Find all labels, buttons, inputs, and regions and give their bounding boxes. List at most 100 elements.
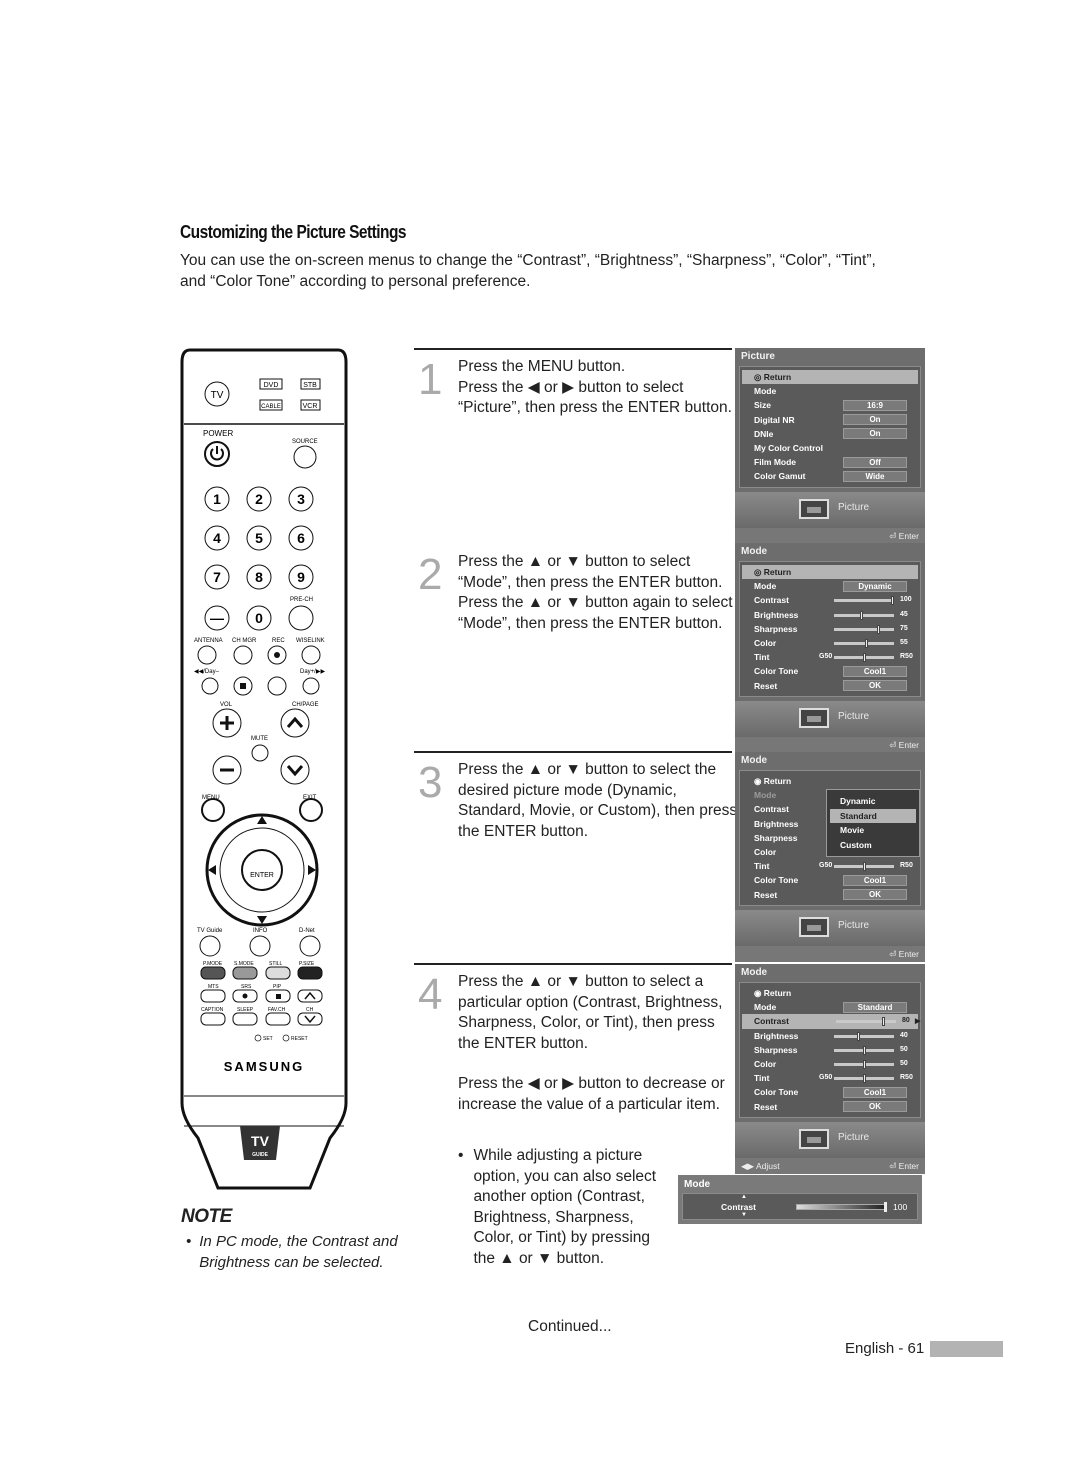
osd-row-color-tone[interactable]: Color Tone Cool1 [740,664,920,678]
contrast-slider[interactable] [796,1202,887,1212]
sleep-button [232,1012,258,1026]
p-mode-button [200,966,226,980]
osd-slider-row[interactable]: Brightness 45 [740,608,920,622]
osd-slider-row[interactable]: Tint G50 R50 [740,650,920,664]
tv-guide-button [199,935,221,957]
osd-row-value: Wide [843,470,907,482]
osd-row-mode[interactable]: Mode Dynamic [740,579,920,593]
picture-icon [799,916,829,937]
svg-text:P.SIZE: P.SIZE [299,961,315,967]
svg-text:D-Net: D-Net [299,928,315,934]
mode-option[interactable]: Custom [830,838,916,853]
osd-slider-row[interactable]: Contrast 80 ▶ [742,1014,921,1029]
slider-thumb [862,653,866,663]
step-number: 2 [418,550,443,599]
antenna-button [197,645,217,665]
svg-text:GUIDE: GUIDE [252,1152,269,1158]
svg-text:INFO: INFO [253,928,268,934]
right-arrow-icon: ▶ [915,1018,921,1026]
osd-slider-row[interactable]: Color 55 [740,636,920,650]
digit-label: 5 [255,530,263,546]
step-divider [414,751,732,753]
menu-button [201,798,225,822]
osd-return-row[interactable]: ◉ Return [740,774,920,788]
osd-slider-row[interactable]: Brightness 40 [740,1029,920,1043]
osd-row-value: 16:9 [843,399,907,411]
svg-text:S.MODE: S.MODE [234,961,254,967]
return-icon: ◎ [754,566,764,577]
pre-ch-label: PRE-CH [290,597,313,603]
page-title: Customizing the Picture Settings [180,222,407,242]
osd-row-value: Off [843,456,907,468]
rewind-button [201,677,219,695]
osd-row-value: On [843,428,907,440]
svg-text:CH/PAGE: CH/PAGE [292,702,319,708]
mode-option[interactable]: Dynamic [830,794,916,809]
slider-track [834,1059,894,1069]
mode-options-dropdown[interactable]: Dynamic Standard Movie Custom [826,789,920,857]
digit-label: 7 [213,569,221,585]
osd-title: Picture [741,351,775,362]
p-size-button [297,966,323,980]
return-icon: ◉ [754,775,764,786]
ch-down-button [280,755,310,785]
note-item: • In PC mode, the Contrast and Brightness… [186,1232,401,1273]
source-label: SOURCE [292,439,318,445]
osd-menu-row[interactable]: Size 16:9 [740,398,920,412]
d-net-button [299,935,321,957]
osd-menu-row[interactable]: Film Mode Off [740,455,920,469]
enter-button [241,849,283,891]
digit-label: 0 [255,610,263,626]
osd-menu-row[interactable]: My Color Control [740,441,920,455]
slider-track [836,1017,896,1027]
svg-text:Day+/▶▶: Day+/▶▶ [300,669,325,675]
svg-text:FAV.CH: FAV.CH [268,1007,286,1013]
osd-slider-row[interactable]: Contrast 100 [740,593,920,607]
slider-track [834,1031,894,1041]
samsung-logo: SAMSUNG [224,1059,304,1074]
osd-return-row[interactable]: ◎ Return [742,370,918,385]
osd-menu-row[interactable]: Digital NR On [740,413,920,427]
svg-text:MTS: MTS [208,984,219,990]
osd-slider-row[interactable]: Tint G50 R50 [740,1071,920,1085]
power-label: POWER [203,429,233,438]
svg-text:MUTE: MUTE [251,736,268,742]
mode-option-selected[interactable]: Standard [830,808,916,823]
digit-label: 1 [213,491,221,507]
step-number: 3 [418,758,443,807]
ch-up-small-button [297,989,323,1003]
osd-picture-menu: Picture ◎ Return Mode Size 16:9 Digital NR O… [735,348,925,544]
osd-menu-row[interactable]: Color Gamut Wide [740,469,920,483]
osd-slider-row[interactable]: Color 50 [740,1057,920,1071]
slider-thumb [876,624,880,634]
osd-row-reset[interactable]: Reset OK [740,679,920,693]
tip-bullet: • While adjusting a picture option, you c… [458,1147,657,1267]
mts-button [200,989,226,1003]
tv-guide-logo: TV GUIDE [240,1126,280,1160]
dvd-button: DVD [259,378,283,390]
osd-slider-row[interactable]: Sharpness 75 [740,622,920,636]
svg-text:P.MODE: P.MODE [203,961,223,967]
osd-menu-row[interactable]: DNIe On [740,427,920,441]
slider-thumb [881,1017,885,1027]
slider-thumb [862,862,866,872]
osd-contrast-adjust-bar: Mode ▲ Contrast ▼ 100 [678,1175,922,1224]
osd-return-row[interactable]: ◉ Return [740,986,920,1000]
digit-label: 6 [297,530,305,546]
picture-icon [799,1128,829,1149]
osd-menu-row[interactable]: Mode [740,384,920,398]
digit-label: 8 [255,569,263,585]
slider-thumb [859,610,863,620]
osd-footer: Picture [735,491,925,528]
osd-slider-row[interactable]: Sharpness 50 [740,1043,920,1057]
mode-option[interactable]: Movie [830,823,916,838]
slider-track [834,596,894,606]
mute-button [251,744,269,762]
osd-return-row[interactable]: ◎ Return [742,565,918,580]
osd-row-mode: Mode Standard [740,1000,920,1014]
svg-text:CH MGR: CH MGR [232,638,257,644]
svg-text:PIP: PIP [273,984,282,990]
step-divider [414,963,732,965]
svg-text:WISELINK: WISELINK [296,638,325,644]
digit-label: 4 [213,530,221,546]
